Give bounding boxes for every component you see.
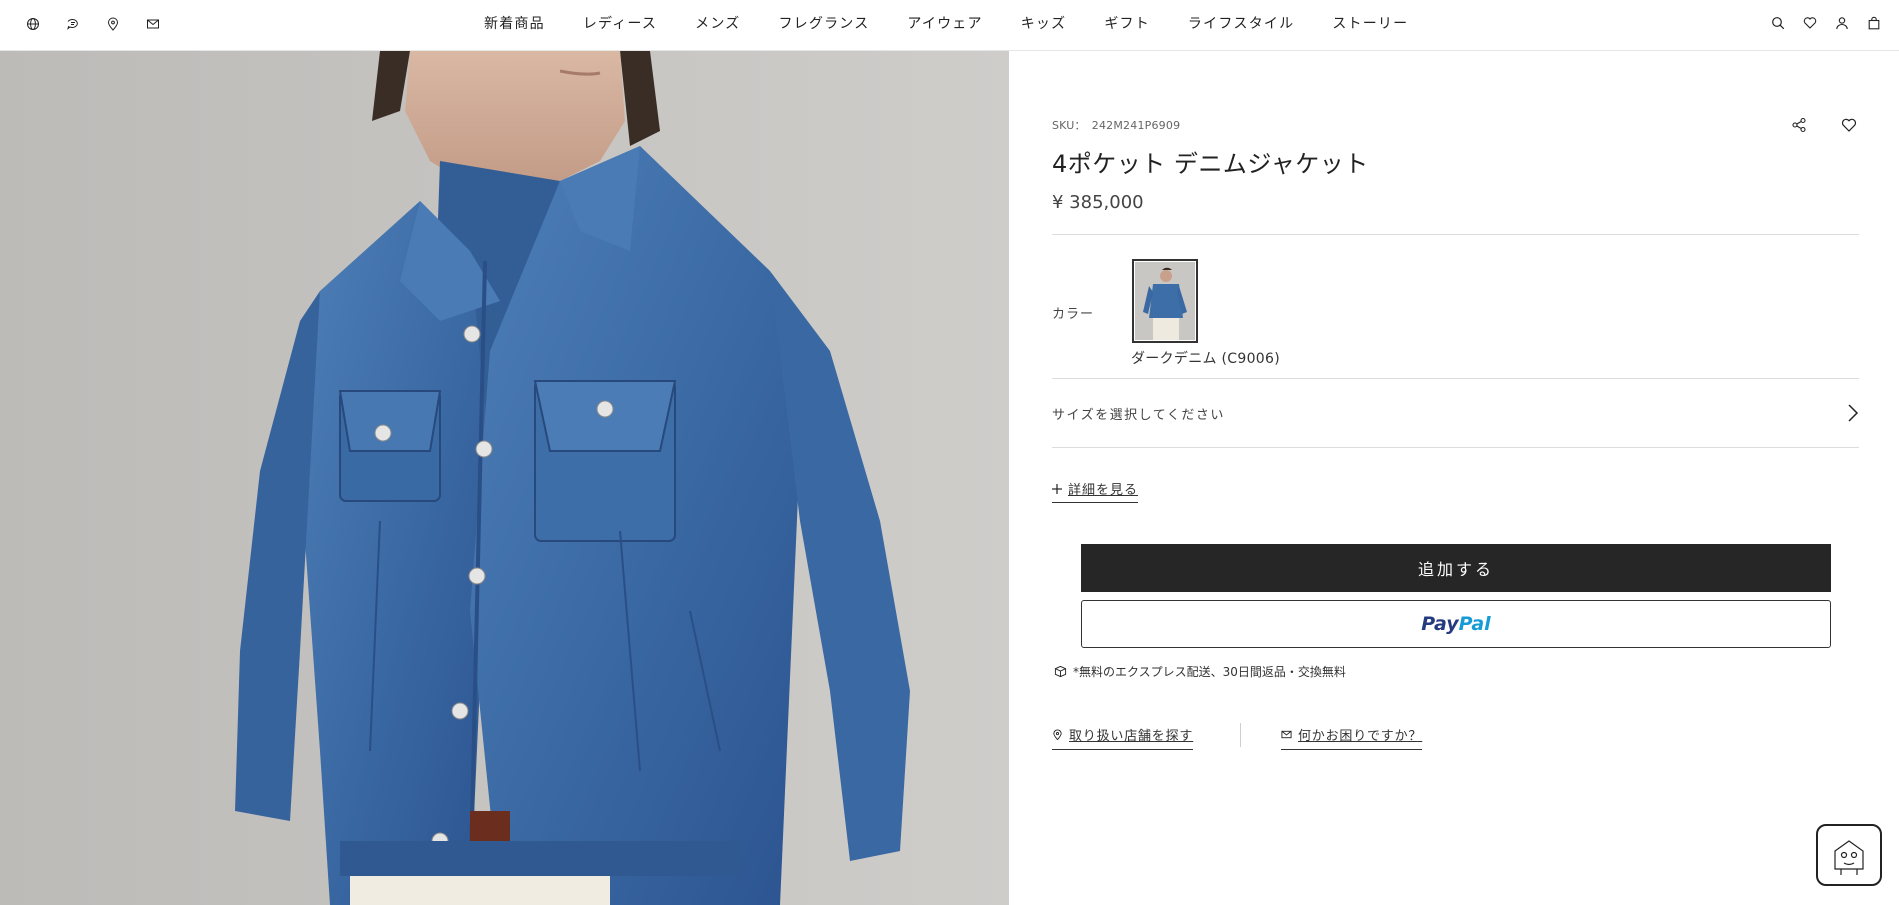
color-name: ダークデニム (C9006) [1131,351,1280,367]
denim-jacket-photo [0,51,1009,905]
size-selector-label: サイズを選択してください [1052,407,1225,423]
mail-icon[interactable] [142,13,164,35]
header-right-utilities [1767,12,1885,34]
chat-widget-button[interactable] [1816,824,1882,886]
heart-icon [1841,118,1857,132]
divider [1052,378,1859,379]
nav-item-gift[interactable]: ギフト [1104,13,1150,33]
package-icon [1054,665,1067,678]
sku: SKU： 242M241P6909 [1052,117,1180,133]
product-info-panel: SKU： 242M241P6909 4ポケット デニムジャケット ¥ 385,00… [1009,51,1899,905]
shipping-note-text: *無料のエクスプレス配送、30日間返品・交換無料 [1073,665,1346,679]
color-label: カラー [1052,307,1095,322]
swatch-thumbnail [1135,262,1195,340]
mail-icon [1281,730,1292,739]
add-to-cart-button[interactable]: 追加する [1081,544,1831,592]
header-left-utilities [22,13,164,35]
shipping-note: *無料のエクスプレス配送、30日間返品・交換無料 [1054,663,1346,680]
find-store-link[interactable]: 取り扱い店舗を探す [1052,725,1194,750]
nav-item-lifestyle[interactable]: ライフスタイル [1188,13,1294,33]
product-image[interactable] [0,51,1009,905]
help-label: 何かお困りですか？ [1298,729,1423,744]
product-title: 4ポケット デニムジャケット [1052,150,1369,178]
plus-icon [1052,483,1062,494]
main-nav: 新着商品 レディース メンズ フレグランス アイウェア キッズ ギフト ライフス… [484,0,1446,46]
nav-item-fragrance[interactable]: フレグランス [778,13,869,33]
size-selector[interactable]: サイズを選択してください [1052,391,1859,435]
location-pin-icon [1053,729,1062,740]
sku-label: SKU： [1052,119,1086,132]
share-button[interactable] [1788,114,1810,136]
site-header: 新着商品 レディース メンズ フレグランス アイウェア キッズ ギフト ライフス… [0,0,1899,51]
chat-mascot-icon [1834,840,1864,875]
share-icon [1792,117,1806,133]
search-icon[interactable] [1767,12,1789,34]
divider [1052,234,1859,235]
nav-item-women[interactable]: レディース [583,13,657,33]
heart-icon[interactable] [1799,12,1821,34]
link-separator [1240,723,1241,747]
user-icon[interactable] [1831,12,1853,34]
view-details-label: 詳細を見る [1068,483,1139,498]
product-price: ¥ 385,000 [1052,192,1144,213]
sku-value: 242M241P6909 [1091,119,1181,132]
nav-item-kids[interactable]: キッズ [1021,13,1067,33]
nav-item-stories[interactable]: ストーリー [1332,13,1408,33]
contact-bubble-icon[interactable] [62,13,84,35]
location-pin-icon[interactable] [102,13,124,35]
divider [1052,447,1859,448]
nav-item-new-arrivals[interactable]: 新着商品 [484,13,545,33]
wishlist-button[interactable] [1838,114,1860,136]
globe-icon[interactable] [22,13,44,35]
help-link[interactable]: 何かお困りですか？ [1281,725,1423,750]
nav-item-men[interactable]: メンズ [695,13,740,33]
paypal-button[interactable]: Pay Pal [1081,600,1831,648]
find-store-label: 取り扱い店舗を探す [1069,729,1194,744]
shopping-bag-icon[interactable] [1863,12,1885,34]
paypal-logo-pay: Pay [1421,613,1459,635]
chevron-right-icon [1848,404,1859,422]
paypal-logo-pal: Pal [1458,613,1491,635]
view-details-link[interactable]: 詳細を見る [1052,479,1139,503]
nav-item-eyewear[interactable]: アイウェア [907,13,982,33]
color-swatch-dark-denim[interactable] [1132,259,1198,343]
